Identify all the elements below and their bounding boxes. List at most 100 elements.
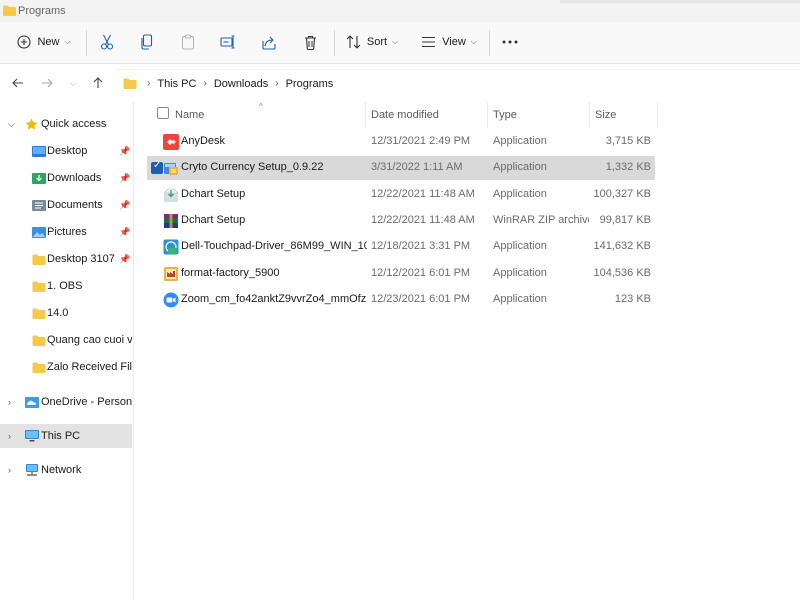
chevron-right-icon[interactable]: › (8, 431, 18, 441)
sidebar-item-label: 1. OBS (47, 280, 83, 292)
pin-icon[interactable]: 📌 (119, 146, 130, 157)
file-row-zoom[interactable]: Zoom_cm_fo42anktZ9vvrZo4_mmOfz... 12/23/… (147, 288, 655, 312)
recent-locations-button[interactable]: ⌵ (63, 73, 83, 93)
sidebar-item-label: Desktop 3107 (47, 253, 115, 265)
file-row-dchart-setup-exe[interactable]: Dchart Setup 12/22/2021 11:48 AM Applica… (147, 183, 655, 207)
column-header-date[interactable]: Date modified (371, 102, 439, 128)
sidebar-item-label: Quick access (41, 118, 107, 130)
pin-icon[interactable]: 📌 (119, 173, 130, 184)
sort-icon (346, 35, 361, 49)
share-button[interactable] (256, 28, 282, 56)
sidebar-item-network[interactable]: › Network (0, 458, 132, 482)
breadcrumb-this-pc[interactable]: This PC (157, 78, 196, 90)
breadcrumb-separator: › (147, 78, 151, 89)
more-options-button[interactable] (497, 28, 523, 56)
sidebar-item-14-0[interactable]: 14.0 (0, 301, 132, 325)
sidebar-item-obs[interactable]: 1. OBS (0, 274, 132, 298)
sort-button[interactable]: Sort ⌵ (342, 28, 402, 56)
sidebar-item-documents[interactable]: Documents 📌 (0, 193, 132, 217)
sidebar-item-label: Documents (47, 199, 103, 211)
new-button[interactable]: New ⌵ (12, 28, 76, 56)
file-name: format-factory_5900 (181, 267, 280, 279)
column-header-name[interactable]: Name (175, 102, 204, 128)
pictures-folder-icon (32, 226, 46, 238)
file-name: Zoom_cm_fo42anktZ9vvrZo4_mmOfz... (181, 293, 367, 305)
up-button[interactable] (88, 73, 108, 93)
sidebar-item-label: Network (41, 464, 82, 476)
onedrive-folder-icon (25, 396, 39, 408)
sidebar-item-desktop-3107[interactable]: Desktop 3107 📌 (0, 247, 132, 271)
file-size: 1,332 KB (605, 161, 651, 173)
file-date: 3/31/2022 1:11 AM (371, 161, 463, 173)
view-icon (422, 36, 436, 48)
back-button[interactable] (8, 73, 28, 93)
view-label: View (442, 36, 466, 48)
computer-icon (25, 430, 39, 442)
command-bar: New ⌵ Sort ⌵ View ⌵ (0, 22, 800, 64)
new-label: New (37, 36, 60, 48)
sidebar-item-label: Quang cao cuoi vid (47, 334, 132, 346)
file-name: Dell-Touchpad-Driver_86M99_WIN_10.... (181, 240, 367, 252)
file-date: 12/18/2021 3:31 PM (371, 240, 471, 252)
arrow-right-icon (42, 78, 53, 88)
column-header-size[interactable]: Size (595, 102, 616, 128)
file-name: Dchart Setup (181, 214, 246, 226)
installer-icon (163, 188, 179, 202)
sidebar-item-desktop[interactable]: Desktop 📌 (0, 139, 132, 163)
downloads-folder-icon (32, 172, 46, 184)
paste-icon (181, 34, 195, 50)
column-header-type[interactable]: Type (493, 102, 517, 128)
folder-icon (32, 281, 46, 292)
file-row-dchart-setup-zip[interactable]: Dchart Setup 12/22/2021 11:48 AM WinRAR … (147, 209, 655, 233)
sidebar-item-this-pc[interactable]: › This PC (0, 424, 132, 448)
sidebar-item-pictures[interactable]: Pictures 📌 (0, 220, 132, 244)
address-bar[interactable]: › This PC › Downloads › Programs (116, 69, 800, 97)
file-size: 99,817 KB (599, 214, 651, 226)
file-type: Application (493, 267, 547, 279)
folder-icon (32, 308, 46, 319)
select-all-checkbox[interactable] (157, 107, 169, 119)
column-divider[interactable] (365, 102, 366, 128)
toolbar-divider (489, 30, 490, 56)
sidebar-item-zalo[interactable]: Zalo Received Files (0, 355, 132, 379)
file-row-format-factory[interactable]: format-factory_5900 12/12/2021 6:01 PM A… (147, 262, 655, 286)
sidebar-item-onedrive[interactable]: › OneDrive - Personal (0, 390, 132, 414)
column-divider[interactable] (657, 102, 658, 128)
forward-button[interactable] (37, 73, 57, 93)
pin-icon[interactable]: 📌 (119, 227, 130, 238)
file-date: 12/12/2021 6:01 PM (371, 267, 471, 279)
navigation-pane: ⌵ Quick access Desktop 📌 Downloads 📌 Doc… (0, 102, 134, 600)
toolbar-divider (334, 30, 335, 56)
pin-icon[interactable]: 📌 (119, 254, 130, 265)
chevron-right-icon[interactable]: › (8, 465, 18, 475)
rename-button[interactable] (215, 28, 241, 56)
sort-label: Sort (366, 36, 388, 48)
file-row-cryto-currency-setup[interactable]: Cryto Currency Setup_0.9.22 3/31/2022 1:… (147, 156, 655, 180)
file-name: Cryto Currency Setup_0.9.22 (181, 161, 324, 173)
cut-button[interactable] (94, 28, 120, 56)
sidebar-item-quang-cao[interactable]: Quang cao cuoi vid (0, 328, 132, 352)
dell-icon (163, 239, 179, 255)
paste-button[interactable] (175, 28, 201, 56)
delete-button[interactable] (297, 28, 323, 56)
file-row-dell-touchpad-driver[interactable]: Dell-Touchpad-Driver_86M99_WIN_10.... 12… (147, 235, 655, 259)
chevron-right-icon[interactable]: › (8, 397, 18, 407)
delete-icon (304, 35, 316, 50)
pin-icon[interactable]: 📌 (119, 200, 130, 211)
row-checkbox[interactable] (151, 160, 163, 174)
star-icon (25, 118, 38, 131)
sidebar-item-downloads[interactable]: Downloads 📌 (0, 166, 132, 190)
view-button[interactable]: View ⌵ (416, 28, 482, 56)
sidebar-item-quick-access[interactable]: ⌵ Quick access (0, 112, 132, 136)
file-row-anydesk[interactable]: AnyDesk 12/31/2021 2:49 PM Application 3… (147, 130, 655, 154)
breadcrumb-downloads[interactable]: Downloads (214, 78, 268, 90)
column-divider[interactable] (487, 102, 488, 128)
breadcrumb-separator: › (203, 78, 207, 89)
copy-icon (141, 34, 153, 50)
chevron-down-icon[interactable]: ⌵ (8, 119, 18, 130)
column-divider[interactable] (589, 102, 590, 128)
copy-button[interactable] (134, 28, 160, 56)
breadcrumb-programs[interactable]: Programs (286, 78, 334, 90)
tab-strip-edge (560, 0, 800, 3)
chevron-down-icon: ⌵ (392, 37, 399, 46)
